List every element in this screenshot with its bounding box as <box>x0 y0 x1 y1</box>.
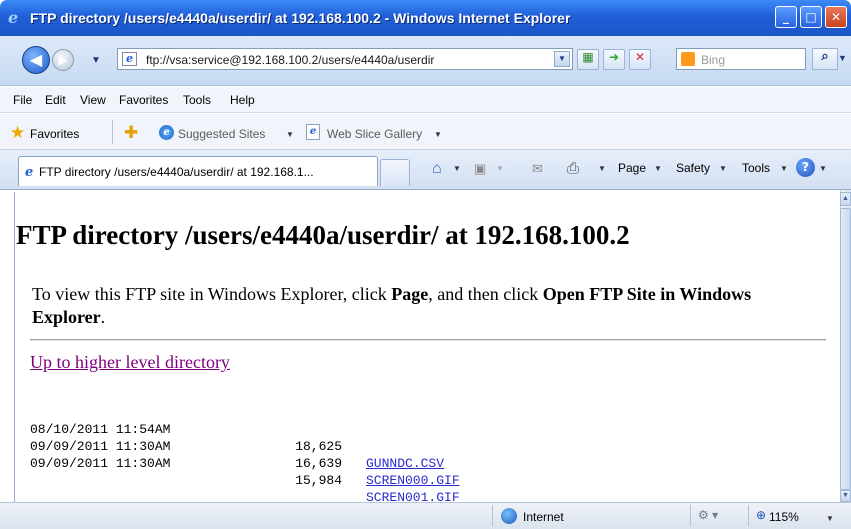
status-separator <box>748 505 749 526</box>
go-arrow-icon[interactable]: ➜ <box>603 49 625 70</box>
web-slice-dropdown[interactable]: ▼ <box>434 130 442 139</box>
favorites-button[interactable]: Favorites <box>30 127 79 141</box>
status-bar <box>0 502 851 529</box>
security-zone-label: Internet <box>523 510 564 524</box>
up-directory-link[interactable]: Up to higher level directory <box>30 352 230 373</box>
zoom-dropdown[interactable]: ▼ <box>826 514 834 523</box>
search-icon[interactable]: ⌕ <box>812 48 838 70</box>
web-slice-gallery-link[interactable]: Web Slice Gallery <box>327 127 422 141</box>
ie-logo-icon: e <box>8 8 19 27</box>
help-dropdown[interactable]: ▼ <box>819 164 827 173</box>
compatibility-view-button[interactable]: ▦ <box>577 49 599 70</box>
stop-button[interactable]: ✕ <box>629 49 651 70</box>
file-size: 16,639 <box>295 456 342 471</box>
file-date: 09/09/2011 11:30AM <box>30 456 171 471</box>
favorites-separator <box>112 120 113 144</box>
search-input[interactable]: Bing <box>701 53 725 67</box>
print-dropdown[interactable]: ▼ <box>598 164 606 173</box>
instruction-text: To view this FTP site in Windows Explore… <box>32 283 822 329</box>
recent-pages-dropdown[interactable]: ▼ <box>91 55 101 66</box>
file-size: 15,984 <box>295 473 342 488</box>
file-row: 09/09/2011 11:30AM 15,984 SCREN001.GIF <box>30 438 460 505</box>
divider <box>30 339 826 341</box>
suggested-sites-link[interactable]: Suggested Sites <box>178 127 265 141</box>
add-to-favorites-icon[interactable]: ✚ <box>124 124 138 141</box>
suggested-sites-dropdown[interactable]: ▼ <box>286 130 294 139</box>
safety-menu-dropdown: ▼ <box>719 164 727 173</box>
file-row: 08/10/2011 11:54AM 18,625 GUNNDC.CSV <box>30 404 444 471</box>
zoom-level[interactable]: 115% <box>769 510 799 524</box>
home-dropdown[interactable]: ▼ <box>453 164 461 173</box>
instruction-middle: , and then click <box>428 284 543 304</box>
scroll-up-button[interactable]: ▲ <box>840 192 851 206</box>
suggested-sites-icon: e <box>159 125 174 140</box>
search-box[interactable]: Bing <box>676 48 806 70</box>
maximize-button[interactable]: □ <box>800 6 822 28</box>
tools-menu-dropdown: ▼ <box>780 164 788 173</box>
instruction-suffix: . <box>100 307 106 327</box>
menu-edit[interactable]: Edit <box>45 93 66 107</box>
address-input[interactable]: ftp://vsa:service@192.168.100.2/users/e4… <box>146 53 434 67</box>
feeds-dropdown[interactable]: ▼ <box>496 164 504 173</box>
feeds-icon[interactable]: ▣ <box>474 160 486 178</box>
tab-ie-icon: e <box>25 165 34 180</box>
search-options-dropdown[interactable]: ▼ <box>838 53 847 63</box>
close-button[interactable]: ✕ <box>825 6 847 28</box>
page-menu-dropdown: ▼ <box>654 164 662 173</box>
minimize-button[interactable]: _ <box>775 6 797 28</box>
address-dropdown-button[interactable]: ▼ <box>554 51 570 67</box>
file-row: 09/09/2011 11:30AM 16,639 SCREN000.GIF <box>30 421 460 488</box>
status-separator <box>492 505 493 526</box>
file-listing: 08/10/2011 11:54AM 18,625 GUNNDC.CSV 09/… <box>30 404 460 505</box>
zoom-icon[interactable]: ⊕ <box>756 508 766 522</box>
web-slice-icon: e <box>306 124 320 140</box>
tab-title: FTP directory /users/e4440a/userdir/ at … <box>39 165 314 179</box>
home-icon[interactable]: ⌂ <box>432 160 442 178</box>
menu-help[interactable]: Help <box>230 93 255 107</box>
help-icon[interactable]: ? <box>796 158 815 177</box>
file-link[interactable]: GUNNDC.CSV <box>366 455 444 472</box>
new-tab-button[interactable] <box>380 159 410 186</box>
scroll-down-button[interactable]: ▼ <box>840 490 851 502</box>
menu-view[interactable]: View <box>80 93 106 107</box>
status-separator <box>690 505 691 526</box>
menu-favorites[interactable]: Favorites <box>119 93 168 107</box>
bing-icon <box>681 52 695 66</box>
read-mail-icon[interactable]: ✉ <box>532 160 543 178</box>
file-link[interactable]: SCREN000.GIF <box>366 472 460 489</box>
window-title: FTP directory /users/e4440a/userdir/ at … <box>30 10 571 26</box>
page-title: FTP directory /users/e4440a/userdir/ at … <box>16 220 630 250</box>
page-menu-button[interactable]: Page <box>618 161 646 175</box>
instruction-prefix: To view this FTP site in Windows Explore… <box>32 284 392 304</box>
tab-ftp-directory[interactable]: e FTP directory /users/e4440a/userdir/ a… <box>18 156 378 186</box>
address-bar[interactable]: e ftp://vsa:service@192.168.100.2/users/… <box>117 48 573 70</box>
menu-file[interactable]: File <box>13 93 32 107</box>
file-size: 18,625 <box>295 439 342 454</box>
instruction-page: Page <box>391 284 429 304</box>
scroll-thumb[interactable] <box>840 208 851 490</box>
forward-button[interactable]: ▶ <box>52 49 74 71</box>
back-button[interactable]: ◀ <box>22 46 50 74</box>
internet-zone-icon <box>501 508 517 524</box>
safety-menu-button[interactable]: Safety <box>676 161 710 175</box>
print-icon[interactable]: ⎙ <box>567 160 579 178</box>
favorites-star-icon: ★ <box>10 123 26 142</box>
menu-tools[interactable]: Tools <box>183 93 211 107</box>
tools-menu-button[interactable]: Tools <box>742 161 770 175</box>
page-icon: e <box>122 52 137 66</box>
protected-mode-icon[interactable]: ⚙ ▾ <box>698 508 718 522</box>
